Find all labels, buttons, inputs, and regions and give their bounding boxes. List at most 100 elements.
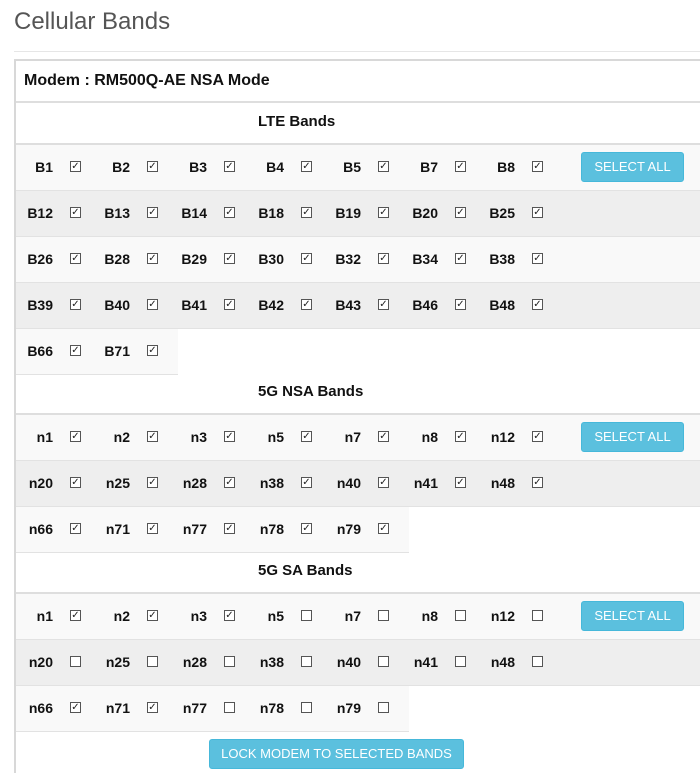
band-label: B4	[266, 159, 284, 175]
band-checkbox-b5[interactable]: ✓	[378, 161, 389, 172]
band-checkbox-n41[interactable]: ✓	[455, 477, 466, 488]
band-checkbox-b48[interactable]: ✓	[532, 299, 543, 310]
band-row: n20 n25 n28 n38 n40 n41 n48	[16, 640, 700, 686]
band-checkbox-n79[interactable]: ✓	[378, 523, 389, 534]
band-checkbox-n1[interactable]: ✓	[70, 431, 81, 442]
band-label: B7	[420, 159, 438, 175]
band-cell-b30: B30 ✓	[247, 237, 324, 282]
band-label: B2	[112, 159, 130, 175]
select-all-button-sa[interactable]: SELECT ALL	[581, 601, 684, 631]
band-label: n12	[490, 608, 515, 624]
band-checkbox-n28[interactable]	[224, 656, 235, 667]
band-checkbox-n78[interactable]	[301, 702, 312, 713]
band-checkbox-n25[interactable]	[147, 656, 158, 667]
band-checkbox-n66[interactable]: ✓	[70, 702, 81, 713]
band-cell-b5: B5 ✓	[324, 145, 401, 190]
band-cell-b20: B20 ✓	[401, 191, 478, 236]
band-label: B71	[104, 343, 130, 359]
band-checkbox-n3[interactable]: ✓	[224, 610, 235, 621]
band-label: n1	[36, 429, 53, 445]
band-checkbox-n48[interactable]: ✓	[532, 477, 543, 488]
lock-modem-button[interactable]: LOCK MODEM TO SELECTED BANDS	[209, 739, 464, 769]
band-cell-n78: n78 ✓	[247, 507, 324, 552]
band-checkbox-n41[interactable]	[455, 656, 466, 667]
band-checkbox-n38[interactable]	[301, 656, 312, 667]
band-checkbox-n8[interactable]: ✓	[455, 431, 466, 442]
band-checkbox-n77[interactable]	[224, 702, 235, 713]
band-label: n7	[344, 429, 361, 445]
band-checkbox-n28[interactable]: ✓	[224, 477, 235, 488]
band-checkbox-n5[interactable]	[301, 610, 312, 621]
band-checkbox-b13[interactable]: ✓	[147, 207, 158, 218]
band-label: B40	[104, 297, 130, 313]
band-checkbox-n12[interactable]: ✓	[532, 431, 543, 442]
band-checkbox-n2[interactable]: ✓	[147, 431, 158, 442]
band-checkbox-b28[interactable]: ✓	[147, 253, 158, 264]
band-label: n79	[336, 700, 361, 716]
band-checkbox-n48[interactable]	[532, 656, 543, 667]
band-checkbox-b12[interactable]: ✓	[70, 207, 81, 218]
band-checkbox-b19[interactable]: ✓	[378, 207, 389, 218]
band-checkbox-b3[interactable]: ✓	[224, 161, 235, 172]
band-cell-b7: B7 ✓	[401, 145, 478, 190]
band-checkbox-n71[interactable]: ✓	[147, 523, 158, 534]
band-checkbox-b1[interactable]: ✓	[70, 161, 81, 172]
band-checkbox-n79[interactable]	[378, 702, 389, 713]
band-checkbox-b25[interactable]: ✓	[532, 207, 543, 218]
band-checkbox-b43[interactable]: ✓	[378, 299, 389, 310]
band-checkbox-b40[interactable]: ✓	[147, 299, 158, 310]
band-checkbox-n71[interactable]: ✓	[147, 702, 158, 713]
band-checkbox-n38[interactable]: ✓	[301, 477, 312, 488]
band-checkbox-b46[interactable]: ✓	[455, 299, 466, 310]
band-checkbox-b7[interactable]: ✓	[455, 161, 466, 172]
band-checkbox-b30[interactable]: ✓	[301, 253, 312, 264]
band-checkbox-b14[interactable]: ✓	[224, 207, 235, 218]
band-checkbox-n40[interactable]	[378, 656, 389, 667]
band-checkbox-b41[interactable]: ✓	[224, 299, 235, 310]
band-checkbox-n20[interactable]: ✓	[70, 477, 81, 488]
band-row: B39 ✓ B40 ✓ B41 ✓ B42 ✓ B43 ✓ B46 ✓ B48 ✓	[16, 283, 700, 329]
band-checkbox-n3[interactable]: ✓	[224, 431, 235, 442]
band-cell-b46: B46 ✓	[401, 283, 478, 328]
band-cell-b26: B26 ✓	[16, 237, 93, 282]
band-cell-b14: B14 ✓	[170, 191, 247, 236]
band-checkbox-b26[interactable]: ✓	[70, 253, 81, 264]
band-checkbox-b20[interactable]: ✓	[455, 207, 466, 218]
band-row: n1 ✓ n2 ✓ n3 ✓ n5 ✓ n7 ✓ n8 ✓ n12 ✓ SELECT ALL	[16, 415, 700, 461]
band-label: B26	[27, 251, 53, 267]
band-checkbox-n8[interactable]	[455, 610, 466, 621]
band-checkbox-b34[interactable]: ✓	[455, 253, 466, 264]
band-checkbox-b38[interactable]: ✓	[532, 253, 543, 264]
band-checkbox-b2[interactable]: ✓	[147, 161, 158, 172]
band-cell-b42: B42 ✓	[247, 283, 324, 328]
band-checkbox-n7[interactable]	[378, 610, 389, 621]
band-checkbox-n20[interactable]	[70, 656, 81, 667]
band-checkbox-n1[interactable]: ✓	[70, 610, 81, 621]
select-all-button-nsa[interactable]: SELECT ALL	[581, 422, 684, 452]
band-checkbox-n7[interactable]: ✓	[378, 431, 389, 442]
band-checkbox-b71[interactable]: ✓	[147, 345, 158, 356]
band-checkbox-b42[interactable]: ✓	[301, 299, 312, 310]
band-checkbox-b39[interactable]: ✓	[70, 299, 81, 310]
band-checkbox-n12[interactable]	[532, 610, 543, 621]
band-checkbox-n5[interactable]: ✓	[301, 431, 312, 442]
band-checkbox-b8[interactable]: ✓	[532, 161, 543, 172]
band-cell-n5: n5 ✓	[247, 415, 324, 460]
band-cell-n38: n38 ✓	[247, 461, 324, 506]
band-checkbox-n25[interactable]: ✓	[147, 477, 158, 488]
band-checkbox-b18[interactable]: ✓	[301, 207, 312, 218]
band-cell-n77: n77	[170, 686, 247, 731]
band-checkbox-n66[interactable]: ✓	[70, 523, 81, 534]
band-checkbox-n40[interactable]: ✓	[378, 477, 389, 488]
band-checkbox-n2[interactable]: ✓	[147, 610, 158, 621]
band-checkbox-n77[interactable]: ✓	[224, 523, 235, 534]
band-checkbox-b32[interactable]: ✓	[378, 253, 389, 264]
band-label: n77	[182, 700, 207, 716]
band-checkbox-n78[interactable]: ✓	[301, 523, 312, 534]
band-checkbox-b4[interactable]: ✓	[301, 161, 312, 172]
band-cell-n40: n40	[324, 640, 401, 685]
band-label: n78	[259, 700, 284, 716]
band-checkbox-b66[interactable]: ✓	[70, 345, 81, 356]
band-checkbox-b29[interactable]: ✓	[224, 253, 235, 264]
select-all-button-lte[interactable]: SELECT ALL	[581, 152, 684, 182]
